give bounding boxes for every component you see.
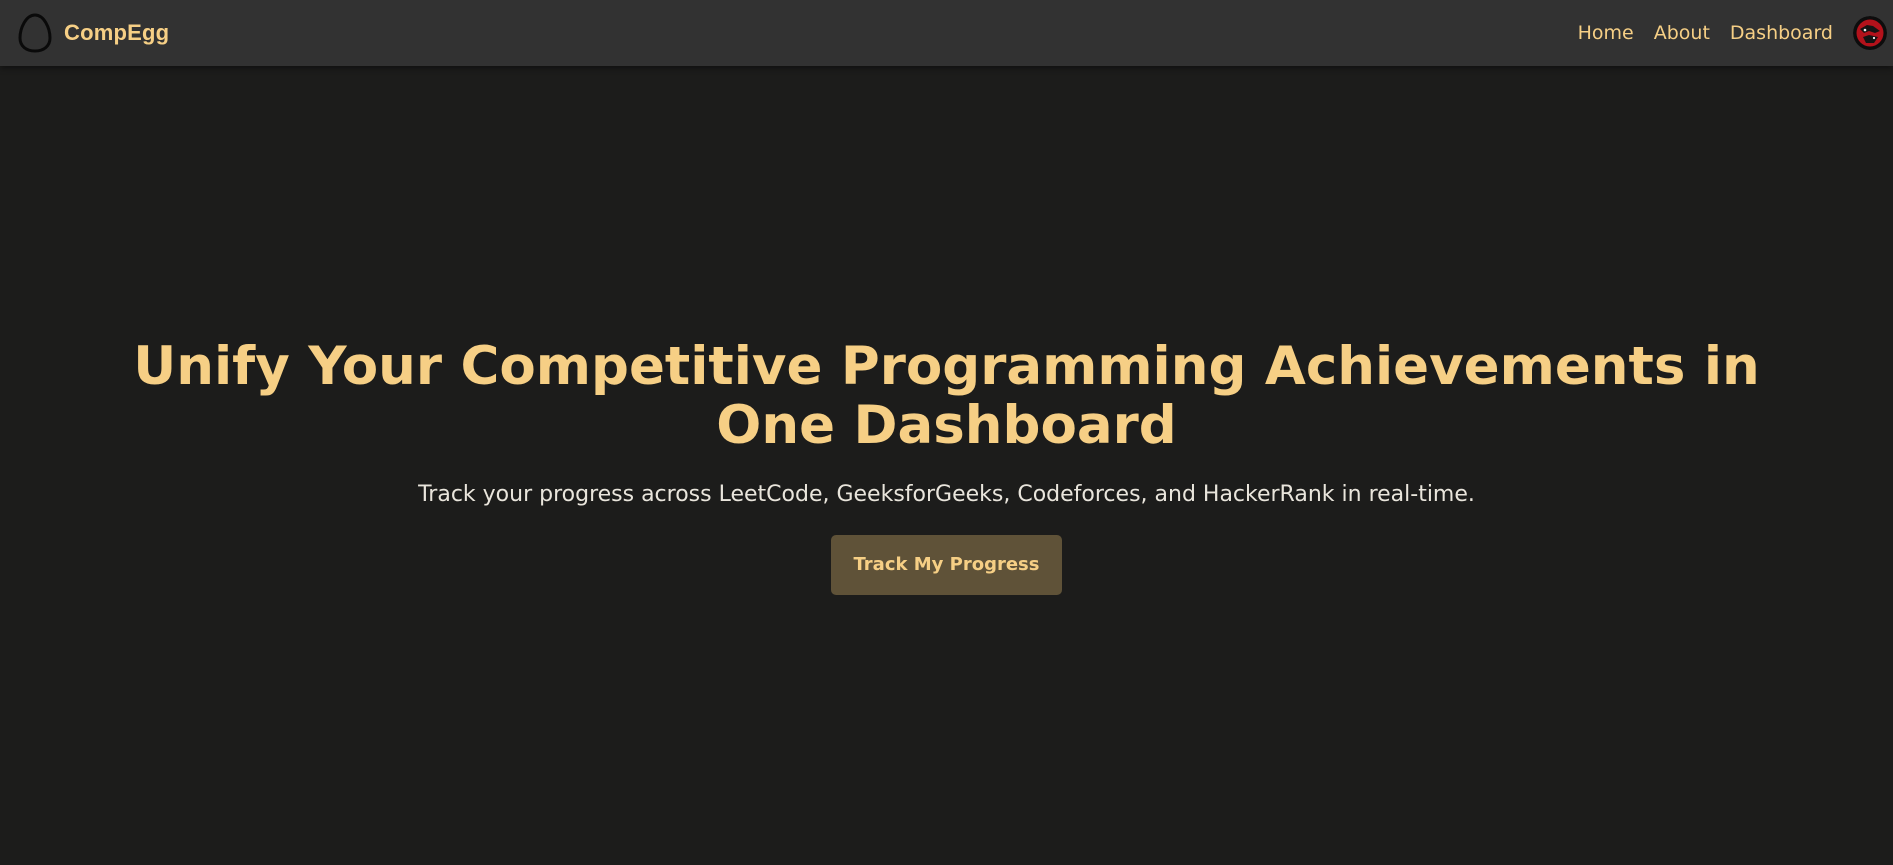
nav-links: Home About Dashboard [1578,16,1887,50]
brand-name: CompEgg [64,20,170,45]
hero-subtitle: Track your progress across LeetCode, Gee… [418,481,1475,507]
top-navbar: CompEgg Home About Dashboard [0,0,1893,66]
brand-logo-link[interactable]: CompEgg [18,13,169,53]
nav-link-home[interactable]: Home [1578,22,1634,44]
track-progress-button[interactable]: Track My Progress [831,534,1062,595]
hero-section: Unify Your Competitive Programming Achie… [0,66,1893,865]
egg-icon [18,13,52,53]
nav-link-dashboard[interactable]: Dashboard [1730,22,1833,44]
user-avatar[interactable] [1853,16,1887,50]
nav-link-about[interactable]: About [1654,22,1710,44]
hero-title: Unify Your Competitive Programming Achie… [133,335,1760,456]
